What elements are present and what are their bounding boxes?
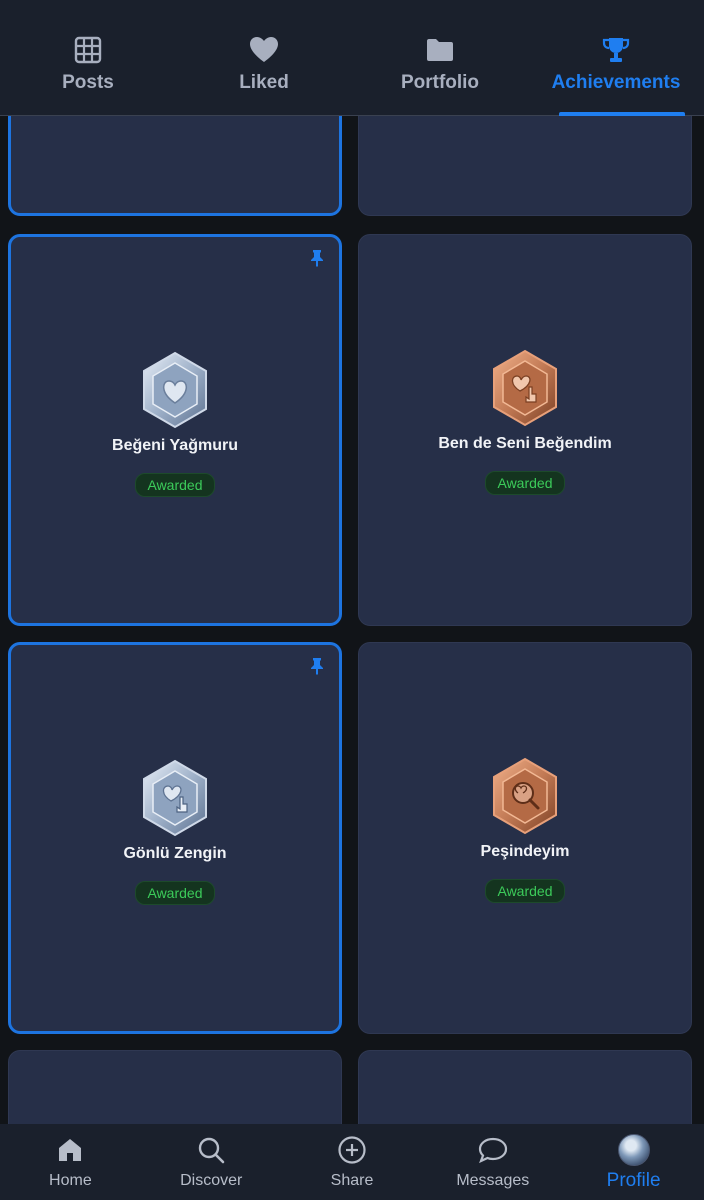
achievement-title: Peşindeyim (480, 843, 570, 860)
magnifier-badge-icon (493, 757, 557, 835)
tab-label: Achievements (551, 72, 681, 93)
plus-circle-icon (337, 1134, 367, 1166)
tab-posts[interactable]: Posts (0, 0, 176, 115)
achievement-card[interactable]: Gönlü Zengin Awarded (8, 642, 342, 1034)
nav-label: Messages (456, 1172, 530, 1189)
achievement-title: Ben de Seni Beğendim (438, 435, 612, 452)
nav-label: Share (330, 1172, 374, 1189)
bottom-navigation: Home Discover Share Messages Profile (0, 1124, 704, 1200)
tab-achievements[interactable]: Achievements (528, 0, 704, 116)
nav-messages[interactable]: Messages (422, 1124, 563, 1200)
home-icon (57, 1134, 83, 1166)
profile-tab-bar: Posts Liked Portfolio Achievements (0, 0, 704, 116)
pin-icon[interactable] (309, 657, 325, 680)
search-icon (197, 1134, 225, 1166)
status-badge: Awarded (135, 473, 215, 497)
avatar (617, 1134, 650, 1166)
folder-icon (425, 36, 455, 64)
achievement-card[interactable]: Beğeni Yağmuru Awarded (8, 234, 342, 626)
nav-discover[interactable]: Discover (141, 1124, 282, 1200)
achievement-card[interactable]: Peşindeyim Awarded (358, 642, 692, 1034)
trophy-icon (602, 36, 630, 64)
tab-portfolio[interactable]: Portfolio (352, 0, 528, 115)
tab-label: Posts (62, 72, 114, 93)
heart-badge-icon (143, 351, 207, 429)
chat-bubble-icon (478, 1134, 508, 1166)
tab-label: Portfolio (400, 72, 480, 93)
grid-icon (74, 36, 102, 64)
achievement-card[interactable]: Ben de Seni Beğendim Awarded (358, 234, 692, 626)
status-badge: Awarded (135, 881, 215, 905)
nav-profile[interactable]: Profile (563, 1124, 704, 1200)
tab-label: Liked (239, 72, 289, 93)
heart-hand-badge-icon (143, 759, 207, 837)
achievement-title: Gönlü Zengin (123, 845, 227, 862)
achievement-title: Beğeni Yağmuru (112, 437, 238, 454)
nav-label: Profile (606, 1170, 661, 1191)
nav-share[interactable]: Share (282, 1124, 423, 1200)
heart-hand-badge-icon (493, 349, 557, 427)
nav-label: Discover (180, 1172, 243, 1189)
nav-label: Home (49, 1172, 92, 1189)
heart-icon (249, 36, 279, 64)
status-badge: Awarded (485, 471, 565, 495)
pin-icon[interactable] (309, 249, 325, 272)
tab-liked[interactable]: Liked (176, 0, 352, 115)
status-badge: Awarded (485, 879, 565, 903)
achievements-grid: Beğeni Yağmuru Awarded Ben de Seni Beğen… (0, 0, 704, 1200)
nav-home[interactable]: Home (0, 1124, 141, 1200)
